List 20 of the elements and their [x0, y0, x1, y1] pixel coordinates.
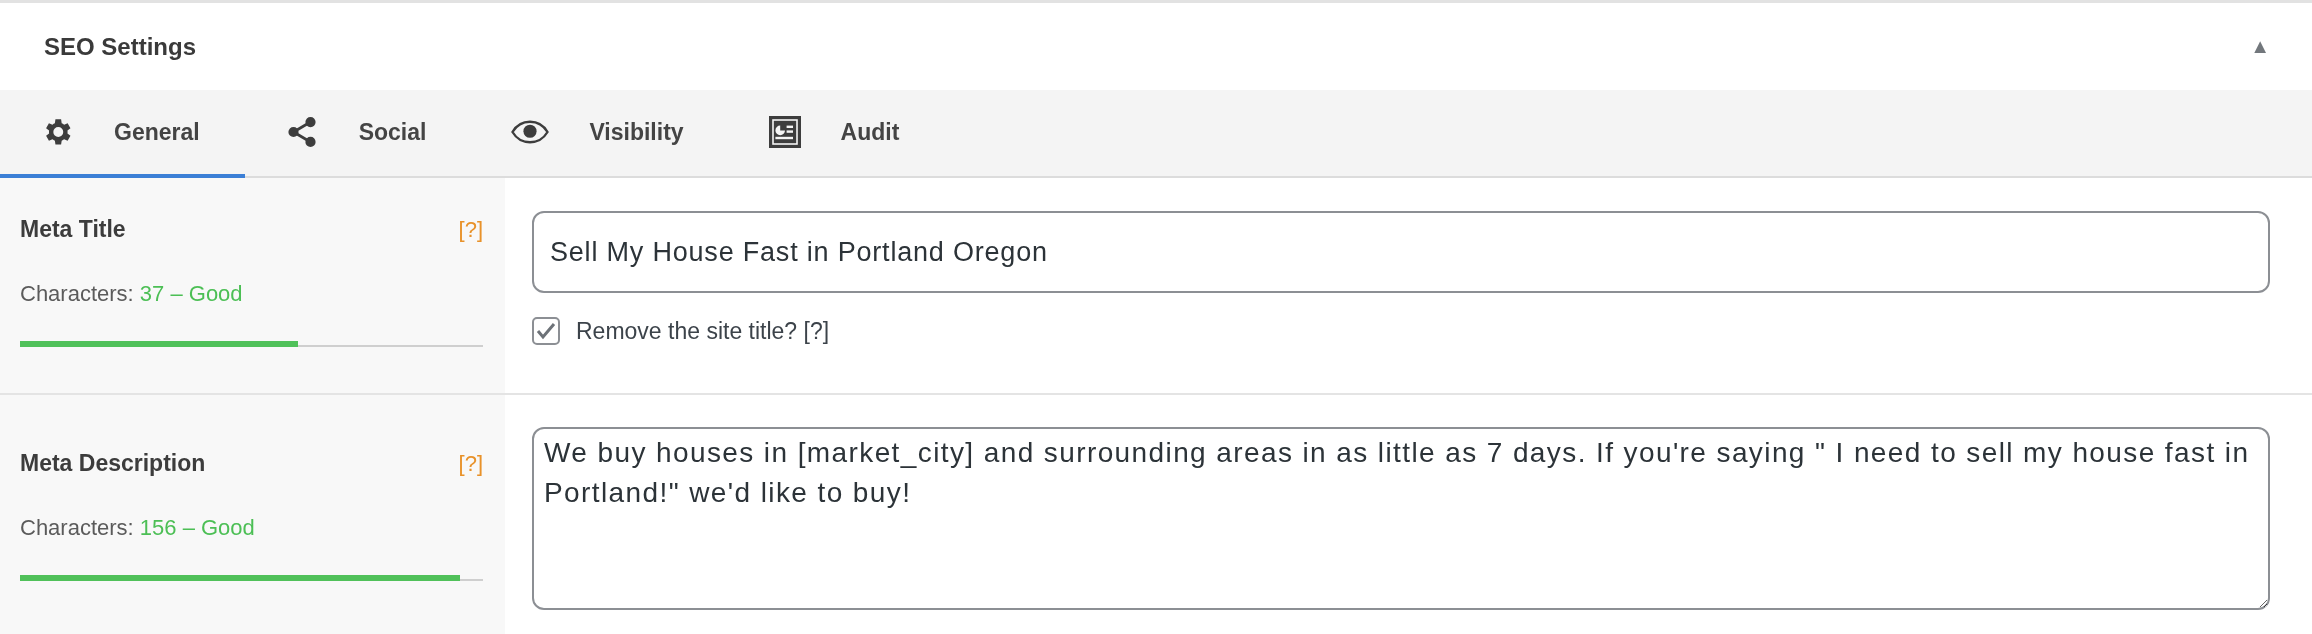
checkmark-icon — [536, 322, 556, 340]
tab[interactable]: Social — [244, 90, 472, 178]
checkbox-label: Remove the site title? [?] — [576, 317, 830, 345]
collapse-toggle[interactable]: ▲ — [2250, 35, 2270, 58]
field-label: Meta Description — [20, 450, 206, 477]
tab-label: Audit — [840, 118, 900, 146]
tab[interactable]: Audit — [728, 90, 945, 178]
panel-title: SEO Settings — [44, 32, 197, 61]
tab-label: Social — [358, 118, 427, 146]
tab-label: General — [114, 118, 200, 146]
eye-icon — [511, 119, 550, 145]
report-icon — [768, 116, 801, 148]
field-label: Meta Title — [20, 216, 126, 243]
checkbox[interactable] — [532, 317, 560, 345]
tab[interactable]: Visibility — [471, 90, 729, 178]
character-count: Characters: 37 – Good — [20, 281, 244, 307]
description-textarea[interactable]: We buy houses in [market_city] and surrounding areas in as little as 7 days. If you're saying " I need to sell my house fast in Portland!" we'd like to buy! — [532, 427, 2270, 610]
title-input[interactable]: Sell My House Fast in Portland Oregon — [532, 211, 2270, 293]
character-count: Characters: 156 – Good — [20, 515, 256, 541]
tab-label: Visibility — [589, 118, 684, 146]
